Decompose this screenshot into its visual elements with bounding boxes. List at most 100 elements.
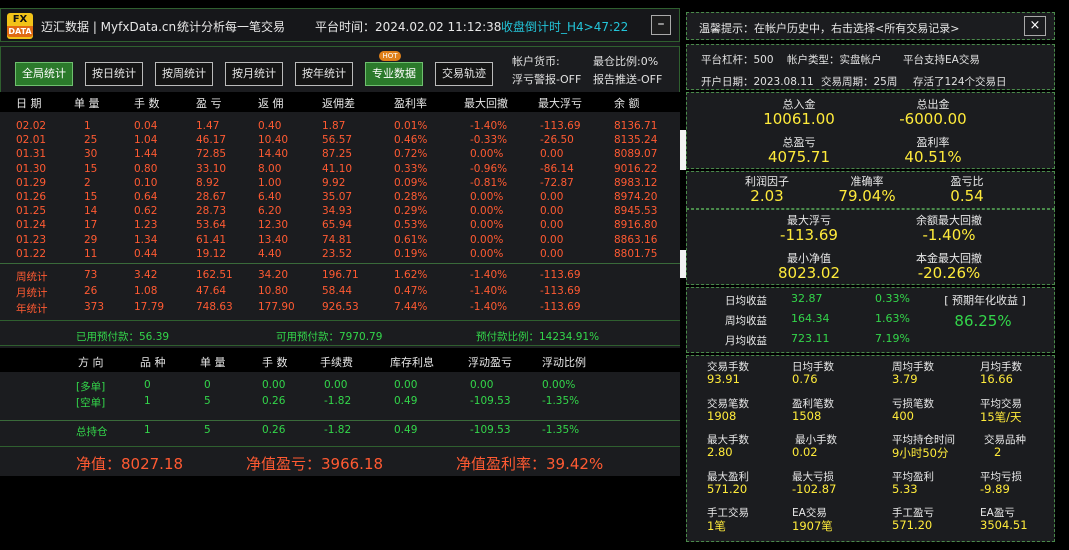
col-commission: 手续费 bbox=[320, 356, 353, 369]
yield-percent: 7.19% bbox=[875, 332, 910, 345]
minimize-button[interactable]: – bbox=[651, 15, 671, 35]
stat-value: 2.80 bbox=[707, 445, 733, 459]
cell-balance: 8974.20 bbox=[614, 191, 658, 203]
cell-profit: 162.51 bbox=[196, 269, 233, 281]
divider bbox=[0, 263, 680, 264]
position-commission: -1.82 bbox=[324, 424, 352, 436]
cell-rebate-diff: 926.53 bbox=[322, 301, 359, 313]
col-rebate: 返 佣 bbox=[258, 97, 284, 110]
col-symbol: 品 种 bbox=[140, 356, 166, 369]
ratio-block: 利润因子 2.03 准确率 79.04% 盈亏比 0.54 bbox=[686, 171, 1055, 209]
open-date: 开户日期：2023.08.11 bbox=[701, 76, 814, 88]
report-push-toggle[interactable]: 报告推送-OFF bbox=[593, 71, 662, 87]
close-countdown: 收盘倒计时_H4>47:22 bbox=[501, 20, 629, 34]
cell-rebate-diff: 87.25 bbox=[322, 148, 353, 161]
cell-date: 01.30 bbox=[16, 162, 47, 175]
summary-panel: 温馨提示：在帐户历史中，右击选择<所有交易记录> × 平台杠杆：500 帐户类型… bbox=[686, 12, 1055, 542]
cell-date: 01.23 bbox=[16, 233, 47, 246]
history-tip: 温馨提示：在帐户历史中，右击选择<所有交易记录> bbox=[699, 22, 960, 35]
margin-ratio: 预付款比例：14234.91% bbox=[476, 331, 600, 343]
cell-profit: 72.85 bbox=[196, 148, 227, 161]
trade-period: 交易周期：25周 bbox=[821, 76, 898, 88]
cell-date: 02.02 bbox=[16, 120, 47, 132]
cell-date: 01.24 bbox=[16, 219, 47, 232]
col-max-float-loss: 最大浮亏 bbox=[538, 97, 582, 110]
col-lots: 手 数 bbox=[134, 97, 160, 110]
daily-table-header: 日 期 单 量 手 数 盈 亏 返 佣 返佣差 盈利率 最大回撤 最大浮亏 余 … bbox=[0, 92, 680, 112]
table-row: 01.30 15 0.80 33.10 8.00 41.10 0.33% -0.96% -86.… bbox=[0, 163, 680, 177]
cell-profit-rate: 0.47% bbox=[394, 285, 428, 297]
cell-rebate: 34.20 bbox=[258, 269, 289, 281]
accuracy-value: 79.04% bbox=[838, 187, 896, 205]
col-direction: 方 向 bbox=[78, 356, 104, 369]
daily-stats-button[interactable]: 按日统计 bbox=[85, 62, 143, 86]
cell-lots: 17.79 bbox=[134, 301, 165, 313]
table-row: 01.31 30 1.44 72.85 14.40 87.25 0.72% 0.00% 0.00… bbox=[0, 148, 680, 162]
cell-lots: 1.34 bbox=[134, 233, 158, 246]
account-info: 平台杠杆：500 帐户类型：实盘帐户 平台支持EA交易 开户日期：2023.08… bbox=[686, 44, 1055, 90]
max-position-ratio: 最仓比例:0% bbox=[593, 55, 659, 68]
total-deposit-value: 10061.00 bbox=[763, 110, 835, 128]
positions-header: 方 向 品 种 单 量 手 数 手续费 库存利息 浮动盈亏 浮动比例 bbox=[0, 348, 680, 372]
table-row: 01.29 2 0.10 8.92 1.00 9.92 0.09% -0.81% -72.87 8… bbox=[0, 177, 680, 191]
stat-value: 1908 bbox=[707, 408, 737, 423]
toolbar: 全局统计 按日统计 按周统计 按月统计 按年统计 HOT 专业数据 交易轨迹 帐… bbox=[0, 46, 680, 92]
weekly-stats-button[interactable]: 按周统计 bbox=[155, 62, 213, 86]
close-button[interactable]: × bbox=[1024, 16, 1046, 36]
position-direction: 总持仓 bbox=[76, 426, 108, 438]
cell-profit: 61.41 bbox=[196, 233, 227, 246]
cell-balance: 9016.22 bbox=[614, 162, 658, 175]
summary-row: 周统计 73 3.42 162.51 34.20 196.71 1.62% -1.40% -11… bbox=[0, 269, 680, 283]
daily-table-body: 02.02 1 0.04 1.47 0.40 1.87 0.01% -1.40% -113.69… bbox=[0, 114, 680, 262]
cell-profit: 1.47 bbox=[196, 120, 220, 132]
cell-balance: 8089.07 bbox=[614, 148, 658, 161]
stat-value: 0.76 bbox=[792, 372, 818, 386]
cell-profit: 28.67 bbox=[196, 191, 227, 203]
cell-profit-rate: 7.44% bbox=[394, 301, 428, 313]
col-pos-orders: 单 量 bbox=[200, 356, 226, 369]
col-rebate-diff: 返佣差 bbox=[322, 97, 355, 110]
cell-profit: 748.63 bbox=[196, 301, 233, 313]
stat-value: 93.91 bbox=[707, 372, 740, 386]
cell-profit-rate: 0.46% bbox=[394, 134, 428, 147]
equity-profit-rate: 净值盈利率：39.42% bbox=[456, 455, 604, 473]
logo-icon: FX DATA bbox=[7, 13, 33, 39]
stat-value: -9.89 bbox=[980, 481, 1010, 496]
cell-date: 01.31 bbox=[16, 148, 47, 161]
cell-date: 01.26 bbox=[16, 191, 47, 203]
annual-yield-label: [ 预期年化收益 ] bbox=[944, 294, 1026, 307]
cell-lots: 0.62 bbox=[134, 205, 158, 218]
col-date: 日 期 bbox=[16, 97, 42, 110]
float-alert-toggle[interactable]: 浮亏警报-OFF bbox=[512, 71, 581, 87]
col-float-ratio: 浮动比例 bbox=[542, 356, 586, 369]
account-type: 帐户类型：实盘帐户 bbox=[787, 54, 882, 66]
cell-orders: 26 bbox=[84, 285, 98, 297]
pro-data-button[interactable]: 专业数据 bbox=[365, 62, 423, 86]
cell-profit-rate: 0.28% bbox=[394, 191, 428, 203]
position-swap: 0.00 bbox=[394, 379, 418, 391]
cell-date: 02.01 bbox=[16, 134, 47, 147]
trade-track-button[interactable]: 交易轨迹 bbox=[435, 62, 493, 86]
summary-row: 月统计 26 1.08 47.64 10.80 58.44 0.47% -1.40% -113.… bbox=[0, 285, 680, 299]
global-stats-button[interactable]: 全局统计 bbox=[15, 62, 73, 86]
stat-label: 交易品种 bbox=[984, 434, 1026, 446]
cell-max-float-loss: 0.00 bbox=[540, 191, 564, 203]
yield-block: [ 预期年化收益 ] 86.25% 日均收益 32.87 0.33% 周均收益 164.… bbox=[686, 287, 1055, 353]
cell-profit-rate: 0.01% bbox=[394, 120, 428, 132]
monthly-stats-button[interactable]: 按月统计 bbox=[225, 62, 283, 86]
yearly-stats-button[interactable]: 按年统计 bbox=[295, 62, 353, 86]
cell-profit-rate: 0.29% bbox=[394, 205, 428, 218]
cell-rebate: 1.00 bbox=[258, 176, 282, 189]
cell-max-drawdown: -1.40% bbox=[470, 285, 508, 297]
cell-lots: 0.10 bbox=[134, 176, 158, 189]
position-orders: 5 bbox=[204, 424, 211, 436]
yield-percent: 0.33% bbox=[875, 292, 910, 305]
cell-lots: 1.04 bbox=[134, 134, 158, 147]
total-profit-value: 4075.71 bbox=[767, 148, 831, 166]
stat-value: 400 bbox=[892, 408, 914, 423]
stat-value: -102.87 bbox=[792, 481, 837, 496]
annual-yield-value: 86.25% bbox=[954, 312, 1012, 330]
cell-rebate: 6.20 bbox=[258, 205, 282, 218]
cell-profit: 33.10 bbox=[196, 162, 227, 175]
cell-max-float-loss: -113.69 bbox=[540, 301, 581, 313]
